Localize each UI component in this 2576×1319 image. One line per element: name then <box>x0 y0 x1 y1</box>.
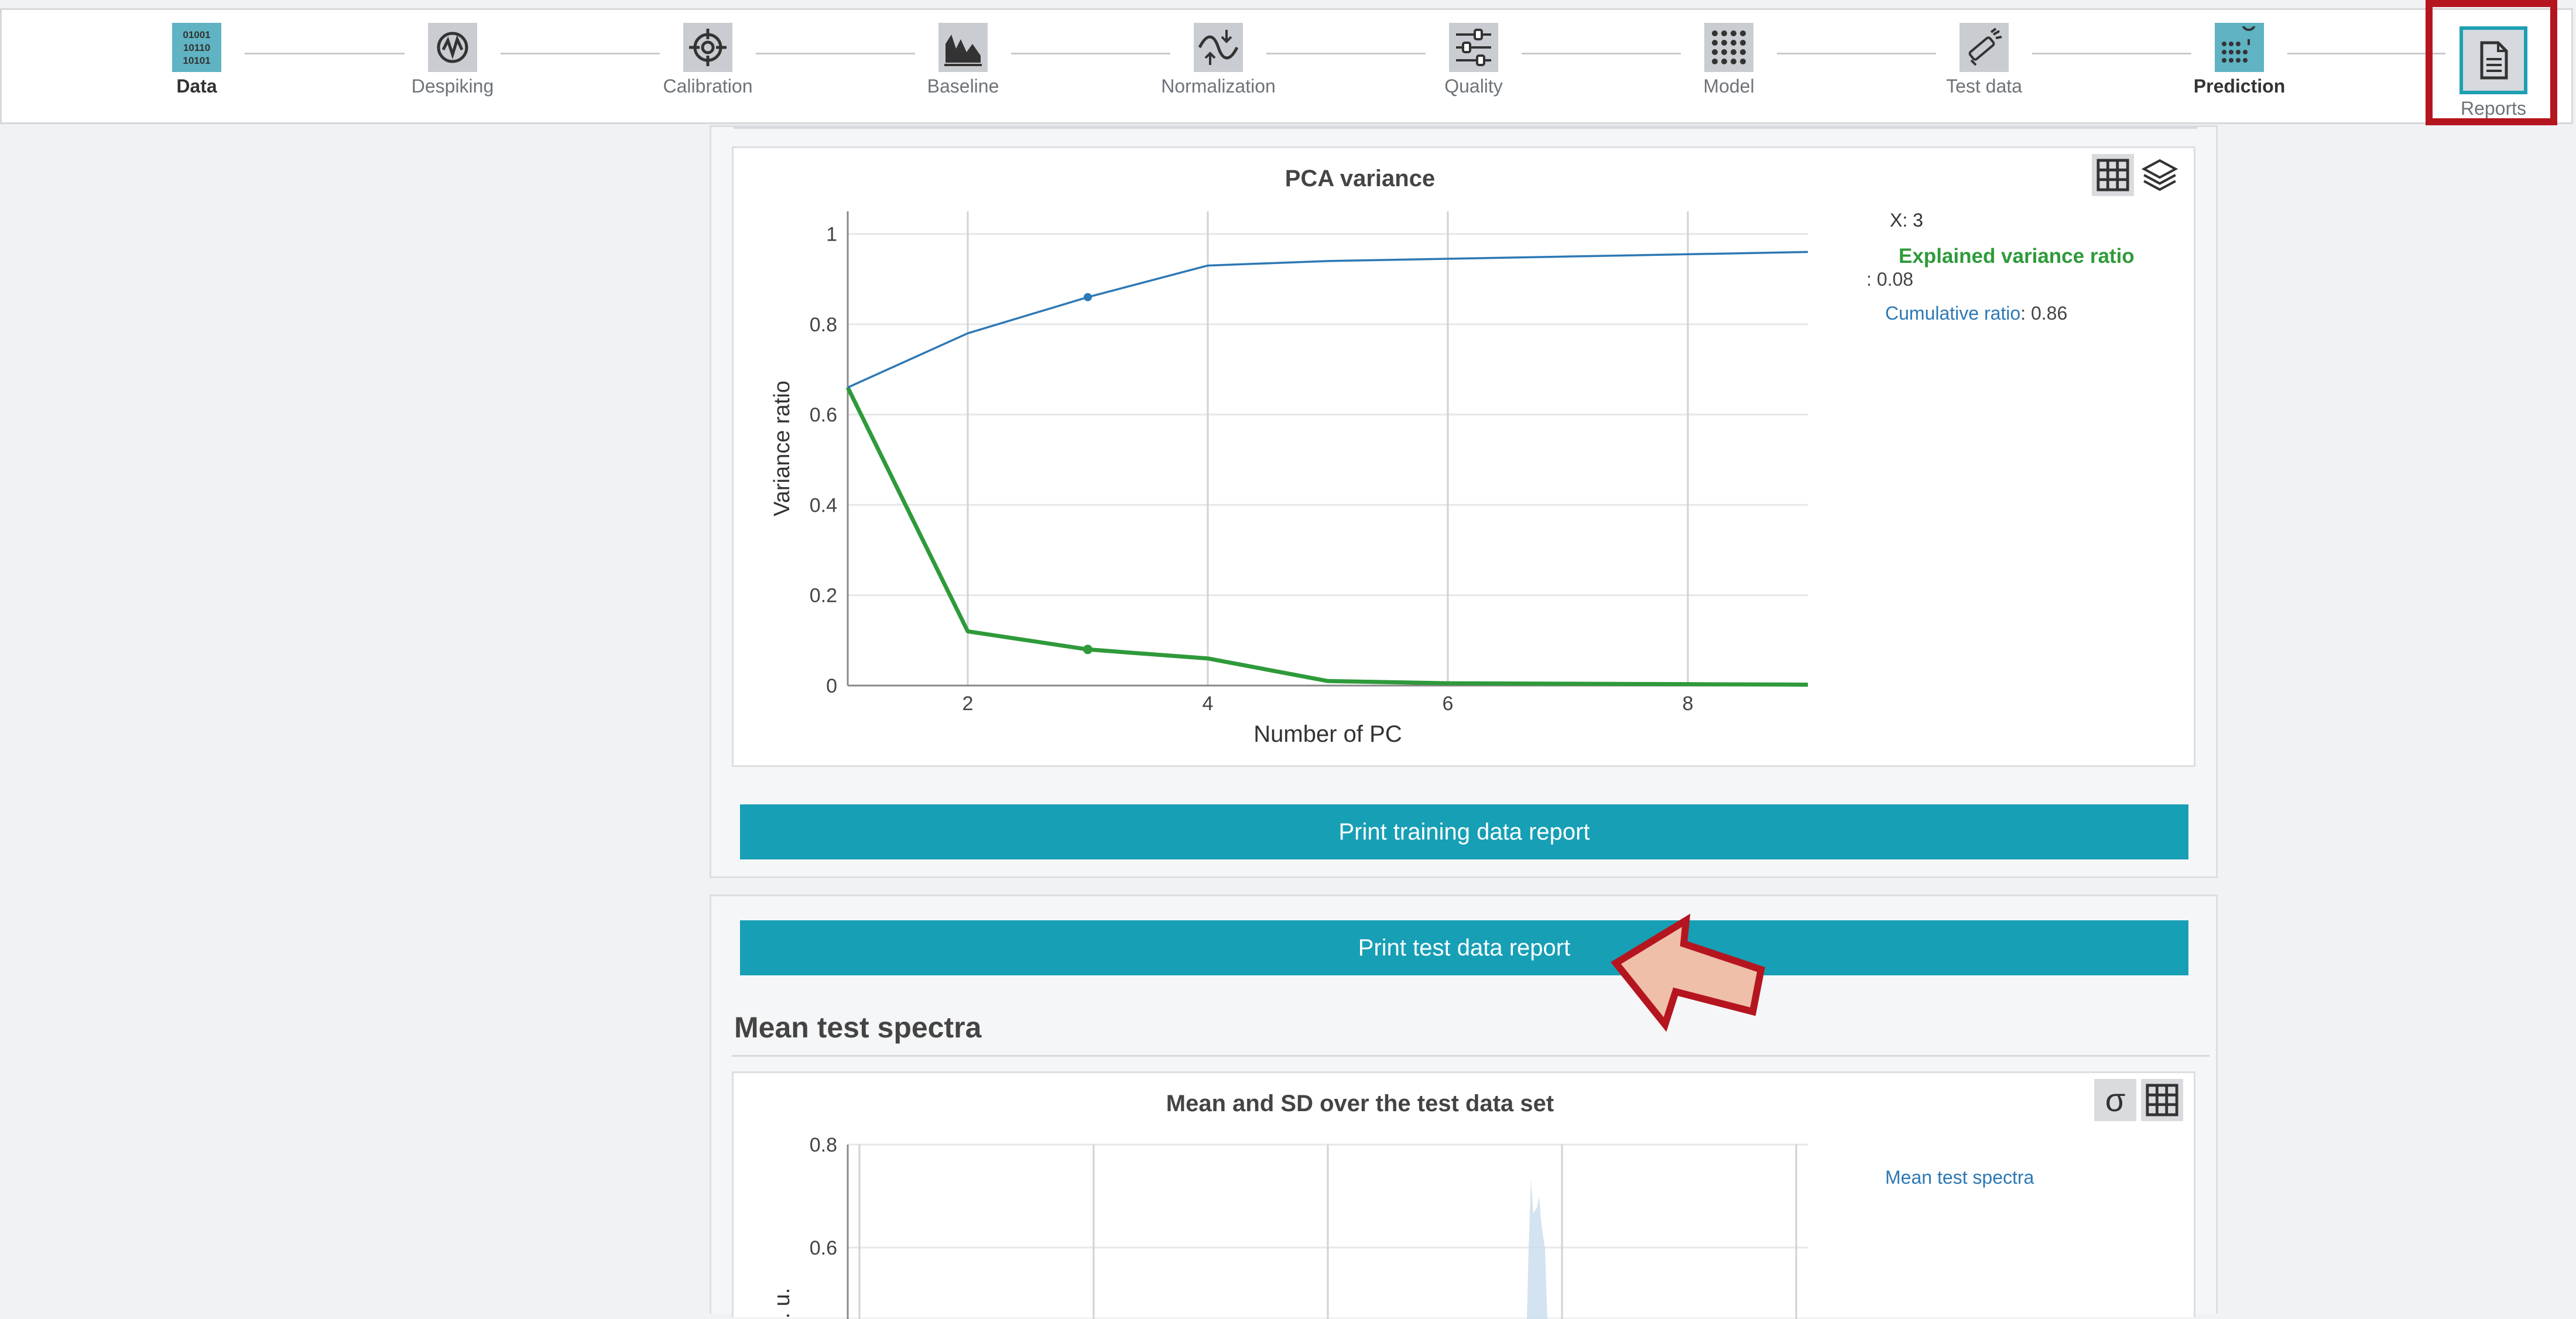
pca-variance-card: PCA variance 0 0.2 0.4 0.6 0.8 1 2 4 6 8 Number of… <box>732 146 2195 767</box>
pointer-arrow-icon <box>1611 913 1765 1032</box>
test-tube-icon <box>1960 23 2009 72</box>
step-label: Calibration <box>663 76 753 97</box>
svg-text:01001: 01001 <box>183 29 210 40</box>
svg-text:10101: 10101 <box>183 55 210 66</box>
x-tick-label: 2 <box>962 693 974 715</box>
step-despiking[interactable]: Despiking <box>379 23 526 97</box>
x-tick-label: 6 <box>1443 693 1454 715</box>
workflow-stepper: 01001 10110 10101 Data Despiking Calibrati… <box>0 8 2573 124</box>
pca-variance-chart[interactable]: 0 0.2 0.4 0.6 0.8 1 2 4 6 8 Number of PC Variance r… <box>734 148 1986 769</box>
baseline-icon <box>938 23 988 72</box>
prediction-icon <box>2215 23 2264 72</box>
sigma-icon: σ <box>2105 1081 2126 1118</box>
step-label: Quality <box>1444 76 1503 97</box>
y-tick-label: 1 <box>826 224 837 246</box>
y-tick-label: 0.2 <box>810 585 837 607</box>
y-axis-label: rb. u. <box>770 1288 794 1319</box>
crosshair-icon <box>683 23 732 72</box>
tooltip-explained-label: Explained variance ratio <box>1899 245 2135 268</box>
x-tick-label: 4 <box>1203 693 1214 715</box>
divider <box>732 1055 2210 1057</box>
step-calibration[interactable]: Calibration <box>635 23 781 97</box>
step-prediction[interactable]: Prediction <box>2166 23 2313 97</box>
current-step-highlight <box>2426 0 2557 125</box>
step-baseline[interactable]: Baseline <box>890 23 1036 97</box>
print-training-report-button[interactable]: Print training data report <box>740 804 2188 859</box>
sd-band-peak <box>1527 1178 1547 1319</box>
x-tick-label: 8 <box>1683 693 1694 715</box>
step-label: Despiking <box>411 76 494 97</box>
y-tick-label: 0.6 <box>810 1237 837 1259</box>
binary-data-icon: 01001 10110 10101 <box>172 23 221 72</box>
y-tick-label: 0.4 <box>810 494 837 516</box>
normalization-icon <box>1194 23 1243 72</box>
explained-variance-line <box>845 386 1808 687</box>
dot-grid-icon <box>1704 23 1753 72</box>
table-view-button[interactable] <box>2092 154 2134 196</box>
y-tick-label: 0 <box>826 675 837 697</box>
y-tick-label: 0.6 <box>810 404 837 426</box>
tooltip-cumulative-value: : 0.86 <box>2020 303 2068 324</box>
step-quality[interactable]: Quality <box>1400 23 1547 97</box>
sd-toggle-button[interactable]: σ <box>2094 1079 2136 1121</box>
cumulative-ratio-line <box>847 251 1808 389</box>
mean-test-spectra-heading: Mean test spectra <box>734 1011 982 1044</box>
tooltip-x: X: 3 <box>1890 210 1923 231</box>
step-data[interactable]: 01001 10110 10101 Data <box>124 23 270 97</box>
svg-text:10110: 10110 <box>183 42 210 53</box>
legend-mean-test-spectra[interactable]: Mean test spectra <box>1885 1167 2034 1188</box>
layers-icon <box>2142 159 2178 191</box>
step-label: Test data <box>1946 76 2022 97</box>
y-tick-label: 0.8 <box>810 314 837 336</box>
despiking-icon <box>428 23 477 72</box>
grid-icon <box>2146 1084 2178 1116</box>
grid-icon <box>2097 159 2129 191</box>
tooltip-cumulative-label: Cumulative ratio <box>1885 303 2021 324</box>
sliders-icon <box>1449 23 1498 72</box>
tooltip-explained-value: : 0.08 <box>1866 269 1914 290</box>
step-label: Data <box>176 76 217 97</box>
step-label: Model <box>1703 76 1755 97</box>
mean-sd-chart[interactable]: 0.6 0.8 rb. u. <box>734 1073 1986 1319</box>
layers-button[interactable] <box>2139 154 2181 196</box>
mean-sd-card: Mean and SD over the test data set σ 0.6… <box>732 1071 2195 1319</box>
step-normalization[interactable]: Normalization <box>1145 23 1292 97</box>
step-label: Prediction <box>2193 76 2286 97</box>
table-view-button[interactable] <box>2141 1079 2183 1121</box>
step-label: Normalization <box>1161 76 1276 97</box>
tooltip-cumulative: Cumulative ratio: 0.86 <box>1885 303 2067 324</box>
step-test-data[interactable]: Test data <box>1911 23 2057 97</box>
print-test-report-button[interactable]: Print test data report <box>740 920 2188 975</box>
x-axis-label: Number of PC <box>1253 721 1402 747</box>
step-model[interactable]: Model <box>1656 23 1802 97</box>
highlight-point <box>1083 645 1092 655</box>
y-axis-label: Variance ratio <box>770 381 794 516</box>
divider <box>734 127 2197 129</box>
step-label: Baseline <box>927 76 999 97</box>
highlight-point <box>1084 293 1092 302</box>
y-tick-label: 0.8 <box>810 1134 837 1156</box>
